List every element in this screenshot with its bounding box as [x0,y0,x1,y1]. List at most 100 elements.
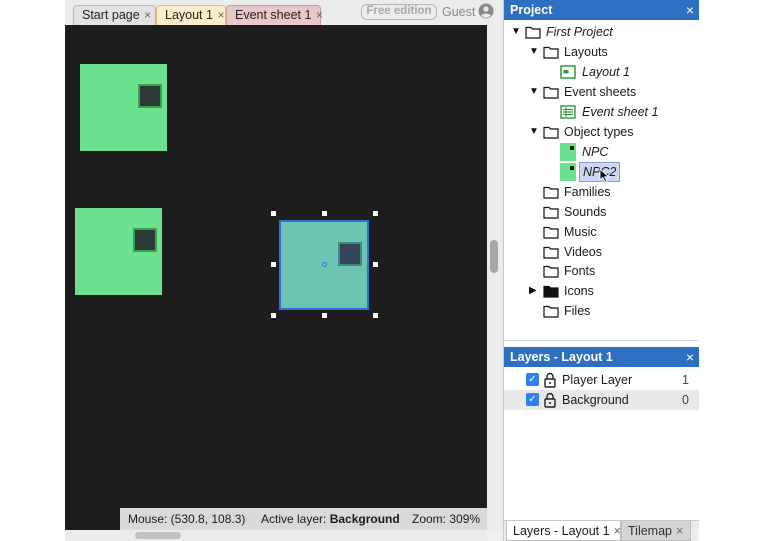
lock-icon[interactable] [543,392,557,408]
resize-handle[interactable] [322,313,327,318]
tree-item-event-sheets[interactable]: ▼ Event sheets [504,82,699,102]
free-edition-badge[interactable]: Free edition [361,4,437,20]
expand-arrow-icon[interactable]: ▼ [529,82,539,102]
tree-item-label: Files [564,304,591,318]
close-panel-icon[interactable]: × [686,0,694,20]
folder-icon [543,246,559,259]
resize-handle[interactable] [271,262,276,267]
tree-item-object-types[interactable]: ▼ Object types [504,122,699,142]
horizontal-scrollbar-thumb[interactable] [135,532,181,539]
tab-event-sheet-1[interactable]: Event sheet 1 × [226,5,323,25]
resize-handle[interactable] [373,211,378,216]
layer-name: Player Layer [562,373,633,387]
layout-canvas[interactable] [65,25,487,530]
mouse-cursor-icon [599,168,610,183]
layout-icon [560,65,576,79]
sprite-eye [133,228,157,252]
expand-arrow-icon[interactable]: ▼ [529,122,539,142]
right-dock: Project × ▼ First Project ▼ Layouts Layo… [503,0,699,541]
folder-icon [543,86,559,99]
close-panel-icon[interactable]: × [686,347,694,367]
tree-item-fonts[interactable]: Fonts [504,261,699,281]
collapse-arrow-icon[interactable]: ▶ [529,281,539,301]
resize-handle[interactable] [271,211,276,216]
sprite-eye [338,242,362,266]
tree-item-label: Event sheets [564,85,637,99]
tree-item-music[interactable]: Music [504,222,699,242]
layout-editor: Start page × Layout 1 × Event sheet 1 × Fre… [65,0,503,541]
sprite-icon [560,143,576,161]
tree-item-layout-1[interactable]: Layout 1 [504,62,699,82]
tab-label: Layers - Layout 1 [513,524,610,538]
folder-icon [543,265,559,278]
tab-layers-layout-1[interactable]: Layers - Layout 1 × [506,521,621,541]
tree-item-label: Layout 1 [582,65,630,79]
guest-label[interactable]: Guest [442,5,475,19]
resize-handle[interactable] [271,313,276,318]
layer-row-background[interactable]: ✓ Background 0 [504,390,699,410]
bottom-panel-tabs: Layers - Layout 1 × Tilemap × [504,520,699,541]
resize-handle[interactable] [322,211,327,216]
tree-item-event-sheet-1[interactable]: Event sheet 1 [504,102,699,122]
panel-title: Project [510,3,553,17]
layer-visible-checkbox[interactable]: ✓ [526,373,539,386]
tree-item-first-project[interactable]: ▼ First Project [504,22,699,42]
horizontal-scrollbar[interactable] [65,530,487,541]
lock-icon[interactable] [543,372,557,388]
tree-item-label: NPC [582,145,609,159]
project-tree: ▼ First Project ▼ Layouts Layout 1 ▼ Eve… [504,20,699,340]
tree-item-label: Layouts [564,45,608,59]
document-tab-bar: Start page × Layout 1 × Event sheet 1 × Fre… [65,0,503,25]
resize-handle[interactable] [373,313,378,318]
layers-panel-header: Layers - Layout 1 × [504,347,699,367]
active-layer-value: Background [329,512,400,526]
layer-row-player-layer[interactable]: ✓ Player Layer 1 [504,370,699,390]
vertical-scrollbar-thumb[interactable] [490,240,498,273]
resize-handle[interactable] [373,262,378,267]
vertical-scrollbar[interactable] [487,25,503,530]
close-tab-icon[interactable]: × [614,524,621,538]
expand-arrow-icon[interactable]: ▼ [511,22,521,42]
layer-index: 1 [682,373,689,387]
folder-icon [543,305,559,318]
folder-icon [543,126,559,139]
layer-visible-checkbox[interactable]: ✓ [526,393,539,406]
active-layer-prefix: Active layer: [261,512,327,526]
npc-sprite-instance[interactable] [75,208,162,295]
tab-label: Start page [82,8,140,22]
close-tab-icon[interactable]: × [142,6,154,24]
layer-name: Background [562,393,629,407]
tree-item-label: Event sheet 1 [582,105,659,119]
folder-filled-icon [543,285,559,298]
sprite-eye [138,84,162,108]
tree-item-videos[interactable]: Videos [504,242,699,262]
panel-splitter[interactable] [504,340,699,347]
origin-point [322,262,327,267]
tree-item-label: First Project [546,25,613,39]
tree-item-files[interactable]: Files [504,301,699,321]
folder-icon [543,46,559,59]
user-account-icon[interactable] [478,3,494,19]
tree-item-layouts[interactable]: ▼ Layouts [504,42,699,62]
tree-item-label: Sounds [564,205,607,219]
folder-icon [543,206,559,219]
tree-item-sounds[interactable]: Sounds [504,202,699,222]
close-tab-icon[interactable]: × [676,524,683,538]
tab-start-page[interactable]: Start page × [73,5,156,25]
tree-item-label: Families [564,185,611,199]
expand-arrow-icon[interactable]: ▼ [529,42,539,62]
tab-label: Layout 1 [165,8,213,22]
folder-icon [525,26,541,39]
tree-item-families[interactable]: Families [504,182,699,202]
tree-item-npc[interactable]: NPC [504,142,699,162]
panel-title: Layers - Layout 1 [510,350,613,364]
tree-item-npc2[interactable]: NPC2 [504,162,699,183]
tree-item-icons[interactable]: ▶ Icons [504,281,699,301]
close-tab-icon[interactable]: × [313,6,325,24]
active-layer-readout: Active layer: Background [261,508,400,530]
npc-sprite-instance[interactable] [80,64,167,151]
tab-tilemap[interactable]: Tilemap × [621,521,691,541]
mouse-position-readout: Mouse: (530.8, 108.3) [128,512,246,526]
tab-layout-1[interactable]: Layout 1 × [156,5,226,25]
zoom-readout: Zoom: 309% [412,512,481,526]
